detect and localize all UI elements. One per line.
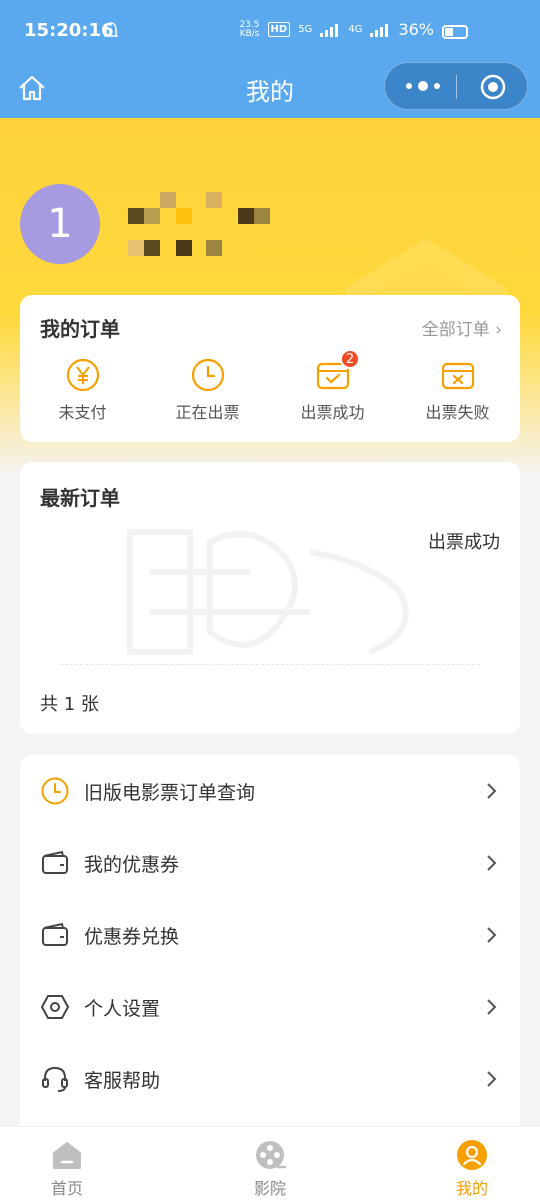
film-reel-icon [256, 1141, 286, 1169]
order-count-badge: 2 [340, 349, 360, 369]
tab-bar: 首页 影院 我的 [0, 1126, 540, 1204]
divider [60, 664, 480, 665]
menu-item-legacy-orders[interactable]: 旧版电影票订单查询 [20, 755, 520, 827]
hexagon-settings-icon [41, 995, 69, 1019]
all-orders-link[interactable]: 全部订单 › [422, 315, 502, 340]
chevron-right-icon [487, 999, 497, 1015]
my-orders-title: 我的订单 [40, 317, 120, 341]
nav-bar: 我的 [0, 62, 540, 118]
clock-icon [191, 358, 224, 392]
order-status-label: 出票成功 [300, 403, 365, 422]
tab-label: 我的 [455, 1179, 488, 1198]
system-icons: 23.5 KB/s HD 5G 4G 36% [239, 20, 470, 39]
order-status-failed[interactable]: 出票失败 [395, 357, 520, 423]
ticket-cross-icon [441, 362, 474, 390]
menu-item-label: 个人设置 [84, 997, 161, 1020]
chevron-right-icon [487, 927, 497, 943]
status-bar: 15:20:16 23.5 KB/s HD 5G 4G 36% [0, 0, 540, 62]
username-blurred [120, 192, 280, 262]
order-status-unpaid[interactable]: 未支付 [20, 357, 145, 423]
menu-item-label: 旧版电影票订单查询 [84, 781, 256, 804]
sim2-label: 4G [348, 24, 363, 35]
menu-item-coupons[interactable]: 我的优惠券 [20, 827, 520, 899]
latest-order-card[interactable]: 最新订单 出票成功 共 1 张 [20, 462, 520, 734]
latest-order-title: 最新订单 [40, 486, 120, 510]
menu-item-settings[interactable]: 个人设置 [20, 971, 520, 1043]
notification-icon [104, 22, 118, 37]
ticket-count: 共 1 张 [40, 694, 99, 715]
order-status-label: 正在出票 [175, 403, 240, 422]
avatar[interactable]: 1 [20, 184, 100, 264]
order-status-success[interactable]: 2 出票成功 [270, 349, 395, 423]
hd-tag: HD [267, 22, 291, 37]
tab-home[interactable]: 首页 [7, 1139, 127, 1199]
user-icon [457, 1140, 487, 1170]
tab-cinema[interactable]: 影院 [210, 1139, 330, 1199]
sim1-label: 5G [298, 24, 313, 35]
menu-item-coupon-redeem[interactable]: 优惠券兑换 [20, 899, 520, 971]
net-speed: 23.5 KB/s [239, 19, 260, 39]
clock-icon [41, 777, 69, 805]
menu-item-help[interactable]: 客服帮助 [20, 1043, 520, 1115]
tab-mine[interactable]: 我的 [412, 1139, 532, 1199]
my-orders-card: 我的订单 全部订单 › 未支付 正在出票 2 出票成功 出票失败 [20, 295, 520, 442]
signal-icon [320, 23, 340, 37]
close-miniprogram-icon[interactable] [479, 73, 507, 101]
latest-order-status: 出票成功 [428, 532, 500, 553]
order-status-label: 出票失败 [425, 403, 490, 422]
menu-item-label: 我的优惠券 [84, 853, 180, 876]
battery-icon [442, 25, 468, 39]
menu-item-label: 优惠券兑换 [84, 925, 180, 948]
yen-icon [66, 358, 99, 392]
order-status-list: 未支付 正在出票 2 出票成功 出票失败 [20, 349, 520, 423]
battery-percent: 36% [398, 20, 434, 39]
capsule-divider [456, 75, 457, 99]
headset-icon [42, 1066, 68, 1092]
more-icon[interactable] [403, 77, 443, 95]
chevron-right-icon [487, 783, 497, 799]
chevron-right-icon [487, 1071, 497, 1087]
blurred-order-image [127, 529, 409, 655]
signal-icon [370, 23, 390, 37]
menu-item-label: 客服帮助 [84, 1069, 161, 1092]
wallet-icon [42, 922, 68, 946]
chevron-right-icon [487, 855, 497, 871]
home-icon [53, 1142, 81, 1169]
order-status-issuing[interactable]: 正在出票 [145, 357, 270, 423]
order-status-label: 未支付 [58, 403, 107, 422]
miniprogram-capsule [384, 62, 528, 110]
tab-label: 首页 [50, 1179, 83, 1198]
tab-label: 影院 [253, 1179, 286, 1198]
wallet-icon [42, 850, 68, 874]
menu-card: 旧版电影票订单查询 我的优惠券 优惠券兑换 个人设置 客服帮助 [20, 755, 520, 1155]
status-time: 15:20:16 [24, 20, 114, 41]
